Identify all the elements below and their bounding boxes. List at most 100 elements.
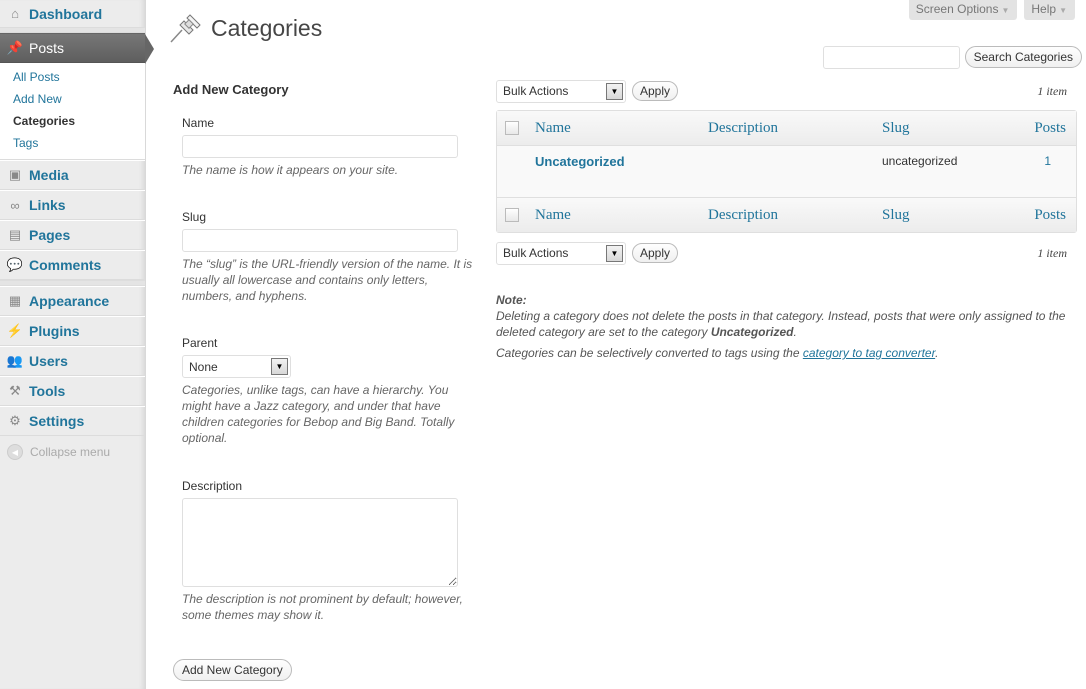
categories-table: Name Description Slug Posts Uncategorize… (496, 110, 1077, 233)
sidebar-item-label: Dashboard (29, 5, 103, 22)
categories-list: Bulk Actions ▼ Apply 1 item Name Descrip… (496, 79, 1077, 366)
slug-input[interactable] (182, 229, 458, 252)
apply-button[interactable]: Apply (632, 81, 679, 101)
apply-button-bottom[interactable]: Apply (632, 243, 679, 263)
convert-end: . (935, 346, 939, 360)
bulk-actions-select[interactable]: Bulk Actions ▼ (496, 79, 626, 103)
sidebar-item-dashboard[interactable]: ⌂ Dashboard (0, 0, 145, 28)
select-all-cell (497, 111, 527, 146)
note-end: . (793, 325, 797, 339)
collapse-arrow-icon: ◀ (7, 444, 23, 460)
posts-count-link[interactable]: 1 (1044, 154, 1051, 168)
appearance-icon: ▦ (8, 293, 22, 308)
name-description: The name is how it appears on your site. (182, 163, 399, 177)
users-icon: 👥 (6, 353, 24, 368)
column-description[interactable]: Description (700, 111, 874, 146)
column-slug-footer[interactable]: Slug (874, 197, 1014, 232)
column-description-footer[interactable]: Description (700, 197, 874, 232)
submenu-tags[interactable]: Tags (0, 133, 145, 155)
pushpin-icon (170, 14, 201, 43)
sidebar-item-media[interactable]: ▣ Media (0, 160, 145, 190)
bulk-actions-value: Bulk Actions (503, 246, 569, 260)
table-row: Uncategorized uncategorized 1 (497, 146, 1076, 197)
add-category-form: Add New Category Name The name is how it… (173, 82, 473, 681)
page-header: Categories (169, 12, 322, 44)
sidebar-item-comments[interactable]: 💬 Comments (0, 250, 145, 280)
pages-icon: ▤ (8, 227, 22, 242)
sidebar-item-label: Tools (29, 383, 66, 399)
links-icon: ∞ (10, 197, 20, 213)
row-name-cell: Uncategorized (527, 146, 700, 197)
submenu-add-new[interactable]: Add New (0, 89, 145, 111)
slug-label: Slug (182, 210, 207, 224)
select-all-checkbox-footer[interactable] (505, 208, 519, 223)
sidebar-item-pages[interactable]: ▤ Pages (0, 220, 145, 250)
plugins-icon: ⚡ (6, 323, 24, 338)
column-name[interactable]: Name (527, 111, 700, 146)
admin-sidebar: ⌂ Dashboard 📌 Posts All Posts Add New Ca… (0, 0, 154, 689)
table-header-row: Name Description Slug Posts (497, 111, 1076, 146)
sidebar-item-users[interactable]: 👥 Users (0, 346, 145, 376)
sidebar-item-plugins[interactable]: ⚡ Plugins (0, 316, 145, 346)
sidebar-item-posts[interactable]: 📌 Posts (0, 33, 154, 64)
help-button[interactable]: Help ▼ (1024, 0, 1075, 20)
note-bold: Uncategorized (710, 325, 794, 339)
sidebar-item-label: Posts (29, 40, 65, 56)
caret-down-icon: ▼ (1059, 6, 1067, 15)
add-new-category-button[interactable]: Add New Category (173, 659, 292, 681)
description-textarea[interactable] (182, 498, 458, 587)
column-posts-footer[interactable]: Posts (1014, 197, 1076, 232)
column-posts[interactable]: Posts (1014, 111, 1076, 146)
slug-field-group: Slug The “slug” is the URL-friendly vers… (173, 210, 473, 336)
note-heading: Note: (496, 293, 527, 307)
tablenav-top: Bulk Actions ▼ Apply 1 item (496, 79, 1077, 103)
sidebar-item-label: Comments (29, 257, 102, 273)
help-label: Help (1031, 2, 1057, 16)
search-input[interactable] (822, 46, 960, 69)
column-slug[interactable]: Slug (874, 111, 1014, 146)
name-input[interactable] (182, 135, 458, 158)
page-title: Categories (211, 14, 323, 41)
submenu-categories[interactable]: Categories (0, 111, 145, 133)
table-footer-row: Name Description Slug Posts (497, 197, 1076, 232)
description-label: Description (182, 479, 243, 493)
submenu-all-posts[interactable]: All Posts (0, 67, 145, 89)
sidebar-item-tools[interactable]: ⚒ Tools (0, 376, 145, 406)
screen-options-button[interactable]: Screen Options ▼ (908, 0, 1018, 20)
select-all-checkbox[interactable] (505, 121, 519, 136)
parent-select[interactable]: None ▼ (182, 355, 291, 378)
name-field-group: Name The name is how it appears on your … (173, 116, 473, 210)
dropdown-arrow-icon: ▼ (606, 244, 623, 262)
parent-selected-value: None (189, 359, 218, 374)
search-categories-button[interactable]: Search Categories (964, 46, 1082, 68)
description-help: The description is not prominent by defa… (182, 592, 463, 622)
comments-icon: 💬 (6, 257, 24, 272)
row-posts-cell: 1 (1014, 146, 1076, 197)
column-name-footer[interactable]: Name (527, 197, 700, 232)
dashboard-icon: ⌂ (11, 6, 19, 21)
collapse-menu-button[interactable]: ◀ Collapse menu (0, 436, 145, 460)
settings-icon: ⚙ (9, 413, 21, 428)
bulk-actions-value: Bulk Actions (503, 84, 569, 98)
sidebar-item-links[interactable]: ∞ Links (0, 190, 145, 220)
row-checkbox-cell (497, 146, 527, 197)
category-to-tag-converter-link[interactable]: category to tag converter (803, 346, 935, 360)
parent-field-group: Parent None ▼ Categories, unlike tags, c… (173, 336, 473, 479)
convert-text: Categories can be selectively converted … (496, 346, 803, 360)
search-box: Search Categories (822, 46, 1082, 69)
sidebar-item-label: Links (29, 197, 66, 213)
sidebar-item-appearance[interactable]: ▦ Appearance (0, 286, 145, 316)
dropdown-arrow-icon: ▼ (271, 358, 288, 375)
tools-icon: ⚒ (9, 383, 21, 398)
description-field-group: Description The description is not promi… (173, 479, 473, 659)
screen-meta-links: Screen Options ▼ Help ▼ (908, 0, 1086, 20)
parent-label: Parent (182, 336, 218, 350)
select-all-cell (497, 197, 527, 232)
sidebar-item-label: Users (29, 353, 68, 369)
parent-description: Categories, unlike tags, can have a hier… (182, 383, 455, 445)
sidebar-item-label: Pages (29, 227, 71, 243)
row-description-cell (700, 146, 874, 197)
bulk-actions-select-bottom[interactable]: Bulk Actions ▼ (496, 241, 626, 265)
sidebar-item-settings[interactable]: ⚙ Settings (0, 406, 145, 436)
category-name-link[interactable]: Uncategorized (535, 154, 625, 169)
